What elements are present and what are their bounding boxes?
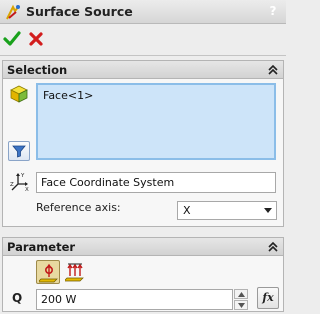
divider	[0, 55, 286, 56]
selected-entities-list[interactable]: Face<1>	[36, 83, 276, 160]
chevron-down-icon	[238, 303, 245, 308]
action-bar	[0, 26, 286, 54]
quantity-label: Q	[12, 291, 23, 305]
filter-button[interactable]	[8, 141, 30, 161]
parameter-group: Parameter Q 200 W fx	[2, 237, 284, 312]
double-chevron-up-icon[interactable]	[267, 64, 279, 76]
distributed-button[interactable]	[63, 260, 87, 284]
reference-axis-select[interactable]: X	[177, 201, 277, 220]
value-spinner[interactable]	[234, 289, 248, 310]
title-bar: Surface Source ?	[0, 0, 286, 24]
list-item[interactable]: Face<1>	[43, 89, 93, 102]
spin-down-button[interactable]	[234, 300, 248, 310]
ok-button[interactable]	[2, 29, 22, 49]
per-face-button[interactable]	[36, 260, 60, 284]
coordinate-system-field[interactable]: Face Coordinate System	[36, 172, 276, 193]
svg-text:Z: Z	[10, 182, 14, 188]
cancel-button[interactable]	[26, 29, 46, 49]
selection-header-label: Selection	[7, 63, 68, 77]
chevron-up-icon	[238, 292, 245, 297]
equation-button[interactable]: fx	[257, 287, 279, 309]
reference-axis-label: Reference axis:	[36, 201, 121, 214]
parameter-header[interactable]: Parameter	[3, 238, 283, 256]
heat-power-input[interactable]: 200 W	[36, 289, 233, 310]
face-cube-icon	[10, 85, 28, 103]
filter-icon	[12, 145, 26, 158]
svg-text:Y: Y	[20, 173, 25, 179]
parameter-header-label: Parameter	[7, 240, 76, 254]
svg-text:X: X	[25, 187, 29, 193]
help-icon[interactable]: ?	[266, 4, 280, 18]
double-chevron-up-icon[interactable]	[267, 241, 279, 253]
per-face-icon	[39, 263, 58, 283]
selection-header[interactable]: Selection	[3, 61, 283, 79]
spin-up-button[interactable]	[234, 289, 248, 299]
distributed-icon	[65, 263, 84, 282]
dialog-title: Surface Source	[26, 4, 133, 19]
coordinate-axes-icon: Y X Z	[10, 173, 29, 193]
surface-source-icon	[6, 4, 20, 20]
reference-axis-value: X	[183, 204, 191, 217]
selection-group: Selection Face<1> Y X Z Face Coordinate …	[2, 60, 284, 227]
chevron-down-icon	[264, 208, 272, 213]
